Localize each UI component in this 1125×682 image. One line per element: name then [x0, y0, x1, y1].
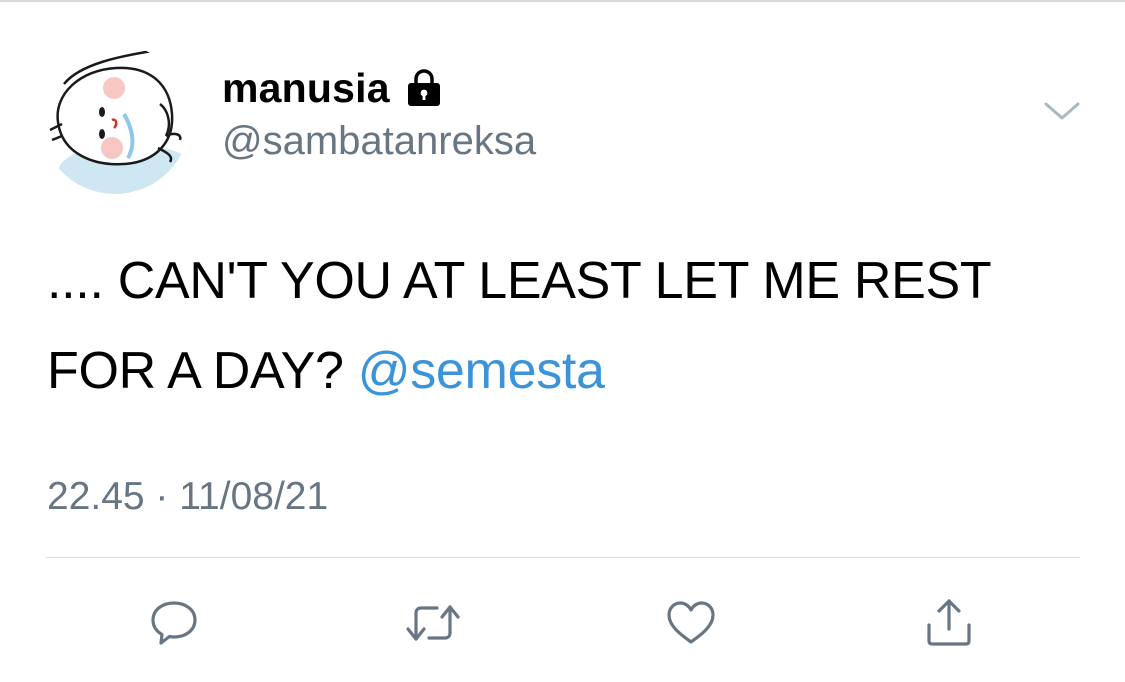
display-name-row: manusia	[222, 62, 536, 114]
timestamp[interactable]: 22.45 · 11/08/21	[47, 472, 328, 522]
mention-link[interactable]: @semesta	[358, 342, 605, 400]
divider	[46, 557, 1080, 558]
speech-bubble-icon	[151, 601, 197, 645]
chevron-down-icon[interactable]	[1040, 96, 1084, 126]
reply-button[interactable]	[143, 592, 205, 654]
share-button[interactable]	[918, 592, 980, 654]
share-icon	[927, 599, 971, 646]
heart-icon	[667, 601, 715, 644]
display-name[interactable]: manusia	[222, 62, 390, 114]
handle[interactable]: @sambatanreksa	[222, 116, 536, 166]
avatar[interactable]	[40, 44, 190, 194]
retweet-icon	[406, 605, 460, 641]
tweet-card: manusia @sambatanreksa .... CAN'T YOU AT…	[0, 0, 1125, 682]
like-button[interactable]	[660, 592, 722, 654]
avatar-illustration	[49, 48, 190, 194]
retweet-button[interactable]	[402, 592, 464, 654]
lock-icon	[402, 66, 446, 110]
tweet-text: .... CAN'T YOU AT LEAST LET ME REST FOR …	[47, 236, 1057, 416]
tweet-author: manusia @sambatanreksa	[222, 62, 536, 166]
